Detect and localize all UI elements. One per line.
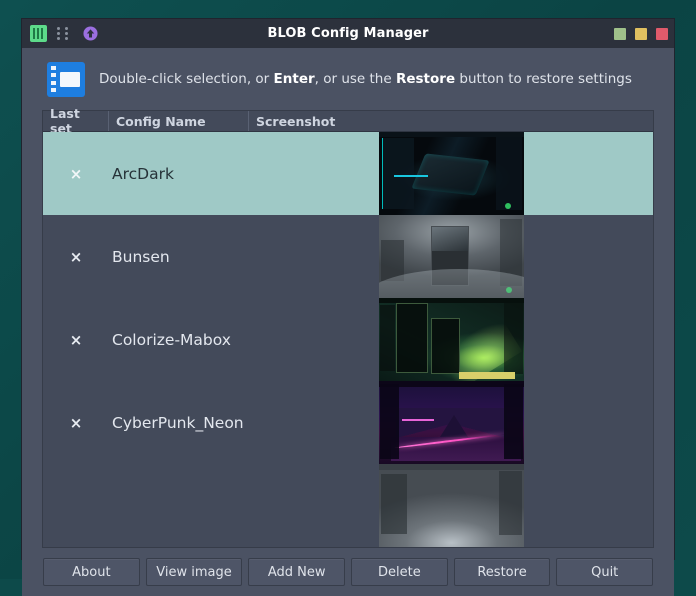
instruction-keyword: Enter (274, 71, 315, 87)
row-filler (524, 298, 653, 381)
quit-button[interactable]: Quit (556, 558, 653, 586)
close-button[interactable] (656, 28, 668, 40)
config-name-label: Bunsen (109, 248, 379, 266)
screenshot-cell[interactable] (379, 298, 524, 381)
last-set-marker: × (43, 248, 109, 266)
table-header-row: Last set Config Name Screenshot (43, 111, 653, 132)
up-arrow-icon[interactable] (80, 24, 100, 44)
about-button[interactable]: About (43, 558, 140, 586)
blob-config-manager-window: BLOB Config Manager Double-click selecti… (21, 18, 675, 560)
button-bar: AboutView imageAdd NewDeleteRestoreQuit (42, 548, 654, 596)
table-row[interactable]: ×CyberPunk_Neon (43, 381, 653, 464)
column-header-screenshot[interactable]: Screenshot (249, 111, 653, 131)
table-body: ×ArcDark×Bunsen×Colorize-Mabox×CyberPunk… (43, 132, 653, 547)
column-header-last-set[interactable]: Last set (43, 111, 109, 131)
delete-button[interactable]: Delete (351, 558, 448, 586)
config-table: Last set Config Name Screenshot ×ArcDark… (42, 110, 654, 548)
image-slide-icon (47, 62, 85, 97)
window-titlebar[interactable]: BLOB Config Manager (22, 19, 674, 48)
titlebar-icon-group (28, 24, 100, 44)
screenshot-cell[interactable] (379, 464, 524, 547)
bunsen-thumbnail (379, 215, 524, 298)
maximize-button[interactable] (635, 28, 647, 40)
instruction-keyword: Restore (396, 71, 455, 87)
instruction-bar: Double-click selection, or Enter, or use… (42, 48, 654, 110)
table-row[interactable] (43, 464, 653, 547)
last-set-marker: × (43, 414, 109, 432)
cyberpunk-thumbnail (379, 381, 524, 464)
minimize-button[interactable] (614, 28, 626, 40)
instruction-fragment: , or use the (315, 71, 396, 87)
desktop-background: BLOB Config Manager Double-click selecti… (0, 0, 696, 579)
row-filler (524, 381, 653, 464)
colorize-thumbnail (379, 298, 524, 381)
screenshot-cell[interactable] (379, 381, 524, 464)
screenshot-cell[interactable] (379, 215, 524, 298)
table-row[interactable]: ×ArcDark (43, 132, 653, 215)
last-set-marker: × (43, 165, 109, 183)
partial-thumbnail (379, 464, 524, 547)
instruction-text: Double-click selection, or Enter, or use… (99, 71, 632, 87)
row-filler (524, 215, 653, 298)
table-row[interactable]: ×Colorize-Mabox (43, 298, 653, 381)
restore-button[interactable]: Restore (454, 558, 551, 586)
arcdark-thumbnail (379, 132, 524, 215)
view-image-button[interactable]: View image (146, 558, 243, 586)
table-row[interactable]: ×Bunsen (43, 215, 653, 298)
grid-dots-icon[interactable] (54, 24, 74, 44)
instruction-fragment: Double-click selection, or (99, 71, 274, 87)
config-name-label: Colorize-Mabox (109, 331, 379, 349)
screenshot-cell[interactable] (379, 132, 524, 215)
add-new-button[interactable]: Add New (248, 558, 345, 586)
instruction-fragment: button to restore settings (455, 71, 632, 87)
app-menu-icon[interactable] (28, 24, 48, 44)
config-name-label: ArcDark (109, 165, 379, 183)
row-filler (524, 464, 653, 547)
window-controls (614, 28, 668, 40)
window-title: BLOB Config Manager (22, 26, 674, 41)
column-header-config-name[interactable]: Config Name (109, 111, 249, 131)
window-body: Double-click selection, or Enter, or use… (22, 48, 674, 596)
row-filler (524, 132, 653, 215)
last-set-marker: × (43, 331, 109, 349)
config-name-label: CyberPunk_Neon (109, 414, 379, 432)
